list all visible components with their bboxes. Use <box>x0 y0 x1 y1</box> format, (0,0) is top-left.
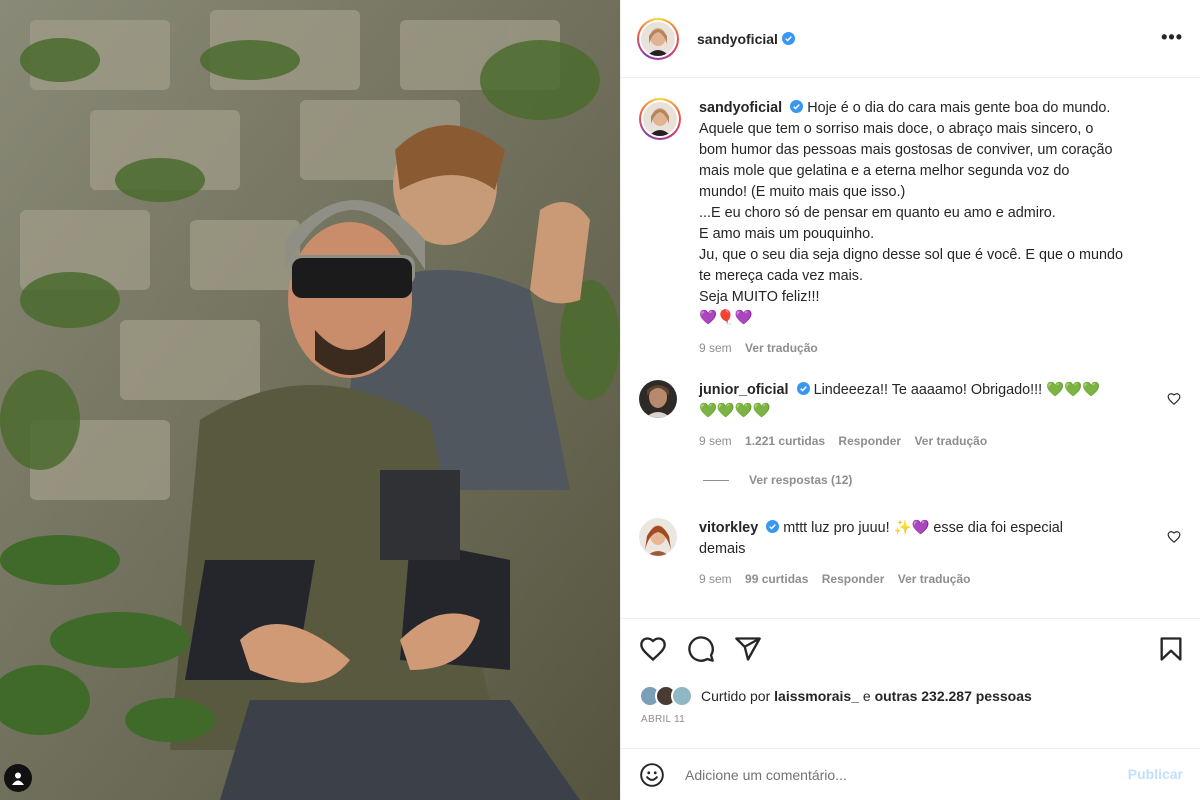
comment-likes[interactable]: 1.221 curtidas <box>745 434 825 448</box>
caption-line: bom humor das pessoas mais gostosas de c… <box>699 142 1113 158</box>
verified-icon <box>790 100 804 113</box>
bookmark-icon[interactable] <box>1157 635 1185 663</box>
comment-meta: 9 sem 99 curtidas Responder Ver tradução <box>699 569 1169 590</box>
comment-body: vitorkley mttt luz pro juuu! ✨💜 esse dia… <box>699 518 1169 590</box>
caption-avatar[interactable] <box>639 98 681 140</box>
verified-icon <box>796 382 810 395</box>
comment-translate-link[interactable]: Ver tradução <box>898 572 971 586</box>
caption-emoji-line: 💜🎈💜 <box>699 310 753 326</box>
view-replies-button[interactable]: Ver respostas (12) <box>703 473 852 487</box>
caption-time[interactable]: 9 sem <box>699 341 732 355</box>
liker-avatar[interactable] <box>671 685 693 707</box>
caption-line: ...E eu choro só de pensar em quanto eu … <box>699 205 1056 221</box>
caption-translate-link[interactable]: Ver tradução <box>745 341 818 355</box>
author-username[interactable]: sandyoficial <box>697 31 778 47</box>
post-date[interactable]: ABRIL 11 <box>641 714 685 725</box>
comment-input[interactable] <box>685 766 1085 783</box>
caption-username[interactable]: sandyoficial <box>699 100 782 116</box>
publish-button[interactable]: Publicar <box>1128 766 1183 782</box>
caption-line: te mereça cada vez mais. <box>699 268 863 284</box>
comment-translate-link[interactable]: Ver tradução <box>914 434 987 448</box>
comment-username[interactable]: vitorkley <box>699 520 758 536</box>
caption-line: Hoje é o dia do cara mais gente boa do m… <box>807 100 1111 116</box>
comment-reply-button[interactable]: Responder <box>822 572 885 586</box>
comment-time[interactable]: 9 sem <box>699 434 732 448</box>
comment-text: mttt luz pro juuu! ✨💜 esse dia foi espec… <box>783 520 1064 536</box>
comment-body: junior_oficial Lindeeeza!! Te aaaamo! Ob… <box>699 380 1169 452</box>
photo-image <box>0 0 620 800</box>
heart-icon[interactable] <box>1167 530 1181 544</box>
likes-user-link[interactable]: laissmorais_ <box>774 688 859 704</box>
verified-icon <box>781 32 795 45</box>
likes-summary: Curtido por laissmorais_ e outras 232.28… <box>639 685 1032 707</box>
verified-icon <box>766 520 780 533</box>
comment-reply-button[interactable]: Responder <box>838 434 901 448</box>
user-tag-icon[interactable] <box>4 764 32 792</box>
post-side-panel: sandyoficial ••• sandyoficial Hoje é o d… <box>620 0 1200 800</box>
commenter-avatar[interactable] <box>639 380 677 418</box>
share-icon[interactable] <box>734 635 762 663</box>
comment-form: Publicar <box>621 748 1200 800</box>
post-photo[interactable] <box>0 0 620 800</box>
emoji-icon[interactable] <box>639 762 665 788</box>
post-header: sandyoficial ••• <box>621 0 1200 78</box>
caption-meta: 9 sem Ver tradução <box>699 338 1169 359</box>
view-replies-label: Ver respostas (12) <box>749 473 853 487</box>
comment-username[interactable]: junior_oficial <box>699 382 789 398</box>
replies-divider <box>703 479 729 481</box>
post-actions: Curtido por laissmorais_ e outras 232.28… <box>621 618 1200 758</box>
comment-text-cont: 💚💚💚💚 <box>699 403 771 419</box>
comment-text-cont: demais <box>699 541 746 557</box>
caption-line: E amo mais um pouquinho. <box>699 226 875 242</box>
heart-icon[interactable] <box>1167 392 1181 406</box>
commenter-avatar[interactable] <box>639 518 677 556</box>
likes-prefix: Curtido por <box>701 688 771 704</box>
comment-time[interactable]: 9 sem <box>699 572 732 586</box>
comment-likes[interactable]: 99 curtidas <box>745 572 808 586</box>
comments-list: sandyoficial Hoje é o dia do cara mais g… <box>621 78 1200 618</box>
more-options-button[interactable]: ••• <box>1161 28 1183 46</box>
caption-body: sandyoficial Hoje é o dia do cara mais g… <box>699 98 1169 359</box>
caption-line: Aquele que tem o sorriso mais doce, o ab… <box>699 121 1094 137</box>
caption-line: Ju, que o seu dia seja digno desse sol q… <box>699 247 1124 263</box>
caption-line: mundo! (E muito mais que isso.) <box>699 184 906 200</box>
liker-avatars <box>639 685 693 707</box>
author-avatar[interactable] <box>637 17 679 60</box>
likes-middle: e <box>862 688 871 704</box>
comment-meta: 9 sem 1.221 curtidas Responder Ver tradu… <box>699 431 1169 452</box>
comment-text: Lindeeeza!! Te aaaamo! Obrigado!!! 💚💚💚 <box>813 382 1100 398</box>
comment-icon[interactable] <box>687 635 715 663</box>
heart-icon[interactable] <box>639 635 667 663</box>
likes-others-link[interactable]: outras 232.287 pessoas <box>875 688 1032 704</box>
caption-line: Seja MUITO feliz!!! <box>699 289 820 305</box>
caption-line: mais mole que gelatina e a eterna melhor… <box>699 163 1070 179</box>
